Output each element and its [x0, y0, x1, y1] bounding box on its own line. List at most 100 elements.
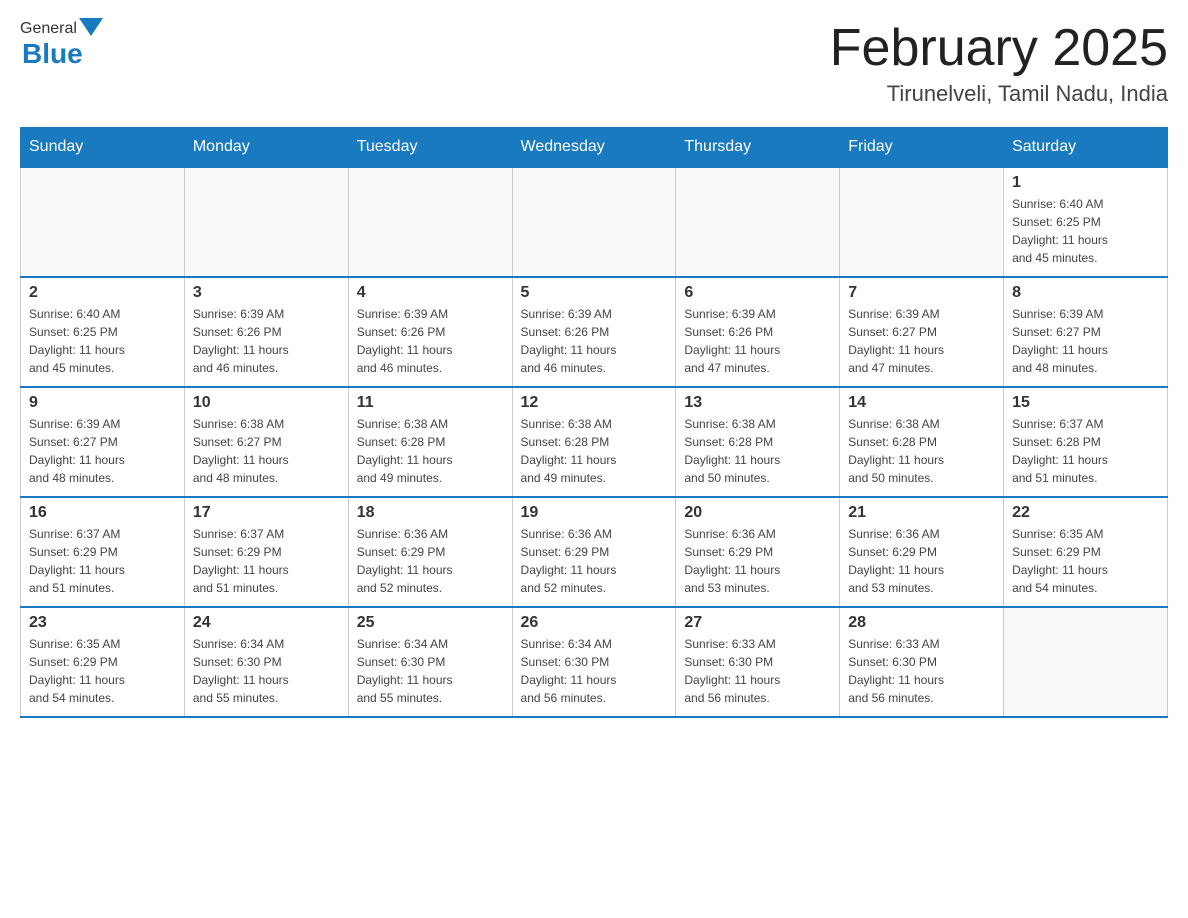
day-number: 18	[357, 504, 504, 522]
calendar-day-cell: 6Sunrise: 6:39 AM Sunset: 6:26 PM Daylig…	[676, 277, 840, 387]
location-title: Tirunelveli, Tamil Nadu, India	[830, 81, 1168, 107]
day-info: Sunrise: 6:39 AM Sunset: 6:26 PM Dayligh…	[521, 305, 668, 377]
calendar-day-cell: 7 Sunrise: 6:39 AM Sunset: 6:27 PM Daylig…	[840, 277, 1004, 387]
calendar-day-cell: 4 Sunrise: 6:39 AM Sunset: 6:26 PM Daylig…	[348, 277, 512, 387]
day-info: Sunrise: 6:38 AM Sunset: 6:28 PM Dayligh…	[684, 415, 831, 487]
day-number: 5	[521, 284, 668, 302]
day-number: 23	[29, 614, 176, 632]
day-info: Sunrise: 6:36 AM Sunset: 6:29 PM Dayligh…	[521, 525, 668, 597]
day-info: Sunrise: 6:34 AM Sunset: 6:30 PM Dayligh…	[357, 635, 504, 707]
day-info: Sunrise: 6:35 AM Sunset: 6:29 PM Dayligh…	[1012, 525, 1159, 597]
day-number: 6	[684, 284, 831, 302]
calendar-day-cell: 19 Sunrise: 6:36 AM Sunset: 6:29 PM Dayli…	[512, 497, 676, 607]
day-number: 9	[29, 394, 176, 412]
calendar-day-cell: 16 Sunrise: 6:37 AM Sunset: 6:29 PM Dayli…	[21, 497, 185, 607]
calendar-day-cell: 22 Sunrise: 6:35 AM Sunset: 6:29 PM Dayli…	[1004, 497, 1168, 607]
day-number: 14	[848, 394, 995, 412]
calendar-day-cell	[184, 167, 348, 277]
calendar-day-cell: 17 Sunrise: 6:37 AM Sunset: 6:29 PM Dayli…	[184, 497, 348, 607]
calendar-day-cell: 23 Sunrise: 6:35 AM Sunset: 6:29 PM Dayli…	[21, 607, 185, 717]
month-title: February 2025	[830, 20, 1168, 77]
logo-general-text: General	[20, 20, 77, 38]
day-number: 4	[357, 284, 504, 302]
day-of-week-header: Monday	[184, 128, 348, 168]
calendar-day-cell: 25 Sunrise: 6:34 AM Sunset: 6:30 PM Dayli…	[348, 607, 512, 717]
day-number: 12	[521, 394, 668, 412]
day-info: Sunrise: 6:39 AM Sunset: 6:27 PM Dayligh…	[1012, 305, 1159, 377]
calendar-day-cell: 21 Sunrise: 6:36 AM Sunset: 6:29 PM Dayli…	[840, 497, 1004, 607]
logo-arrow-icon	[79, 18, 103, 36]
title-block: February 2025 Tirunelveli, Tamil Nadu, I…	[830, 20, 1168, 107]
day-number: 22	[1012, 504, 1159, 522]
day-number: 24	[193, 614, 340, 632]
calendar-day-cell	[348, 167, 512, 277]
calendar-day-cell	[676, 167, 840, 277]
calendar-day-cell: 15Sunrise: 6:37 AM Sunset: 6:28 PM Dayli…	[1004, 387, 1168, 497]
day-info: Sunrise: 6:39 AM Sunset: 6:26 PM Dayligh…	[357, 305, 504, 377]
day-number: 25	[357, 614, 504, 632]
calendar-day-cell: 8 Sunrise: 6:39 AM Sunset: 6:27 PM Daylig…	[1004, 277, 1168, 387]
day-info: Sunrise: 6:36 AM Sunset: 6:29 PM Dayligh…	[848, 525, 995, 597]
day-number: 2	[29, 284, 176, 302]
logo-blue-text: Blue	[22, 38, 83, 70]
day-number: 11	[357, 394, 504, 412]
calendar-day-cell: 3Sunrise: 6:39 AM Sunset: 6:26 PM Daylig…	[184, 277, 348, 387]
calendar-day-cell	[512, 167, 676, 277]
day-info: Sunrise: 6:37 AM Sunset: 6:29 PM Dayligh…	[193, 525, 340, 597]
calendar-day-cell: 11 Sunrise: 6:38 AM Sunset: 6:28 PM Dayli…	[348, 387, 512, 497]
day-info: Sunrise: 6:35 AM Sunset: 6:29 PM Dayligh…	[29, 635, 176, 707]
calendar-day-cell: 26 Sunrise: 6:34 AM Sunset: 6:30 PM Dayli…	[512, 607, 676, 717]
day-of-week-header: Tuesday	[348, 128, 512, 168]
calendar-day-cell: 18 Sunrise: 6:36 AM Sunset: 6:29 PM Dayli…	[348, 497, 512, 607]
day-number: 19	[521, 504, 668, 522]
calendar-day-cell: 1 Sunrise: 6:40 AM Sunset: 6:25 PM Daylig…	[1004, 167, 1168, 277]
calendar-day-cell: 5 Sunrise: 6:39 AM Sunset: 6:26 PM Daylig…	[512, 277, 676, 387]
day-number: 1	[1012, 174, 1159, 192]
day-info: Sunrise: 6:36 AM Sunset: 6:29 PM Dayligh…	[684, 525, 831, 597]
calendar-table: SundayMondayTuesdayWednesdayThursdayFrid…	[20, 127, 1168, 718]
day-info: Sunrise: 6:38 AM Sunset: 6:27 PM Dayligh…	[193, 415, 340, 487]
logo: General Blue	[20, 20, 105, 70]
day-number: 21	[848, 504, 995, 522]
day-of-week-header: Wednesday	[512, 128, 676, 168]
day-number: 7	[848, 284, 995, 302]
calendar-day-cell: 14 Sunrise: 6:38 AM Sunset: 6:28 PM Dayli…	[840, 387, 1004, 497]
day-info: Sunrise: 6:39 AM Sunset: 6:27 PM Dayligh…	[848, 305, 995, 377]
day-of-week-header: Saturday	[1004, 128, 1168, 168]
calendar-header-row: SundayMondayTuesdayWednesdayThursdayFrid…	[21, 128, 1168, 168]
calendar-week-row: 23 Sunrise: 6:35 AM Sunset: 6:29 PM Dayli…	[21, 607, 1168, 717]
day-number: 17	[193, 504, 340, 522]
calendar-week-row: 1 Sunrise: 6:40 AM Sunset: 6:25 PM Daylig…	[21, 167, 1168, 277]
day-number: 10	[193, 394, 340, 412]
calendar-day-cell: 9 Sunrise: 6:39 AM Sunset: 6:27 PM Daylig…	[21, 387, 185, 497]
calendar-day-cell: 2 Sunrise: 6:40 AM Sunset: 6:25 PM Daylig…	[21, 277, 185, 387]
calendar-day-cell	[840, 167, 1004, 277]
calendar-week-row: 16 Sunrise: 6:37 AM Sunset: 6:29 PM Dayli…	[21, 497, 1168, 607]
day-info: Sunrise: 6:37 AM Sunset: 6:28 PM Dayligh…	[1012, 415, 1159, 487]
calendar-day-cell: 12Sunrise: 6:38 AM Sunset: 6:28 PM Dayli…	[512, 387, 676, 497]
day-number: 13	[684, 394, 831, 412]
day-info: Sunrise: 6:39 AM Sunset: 6:27 PM Dayligh…	[29, 415, 176, 487]
day-of-week-header: Thursday	[676, 128, 840, 168]
calendar-day-cell: 27Sunrise: 6:33 AM Sunset: 6:30 PM Dayli…	[676, 607, 840, 717]
calendar-week-row: 9 Sunrise: 6:39 AM Sunset: 6:27 PM Daylig…	[21, 387, 1168, 497]
day-info: Sunrise: 6:34 AM Sunset: 6:30 PM Dayligh…	[193, 635, 340, 707]
day-info: Sunrise: 6:40 AM Sunset: 6:25 PM Dayligh…	[1012, 195, 1159, 267]
day-number: 28	[848, 614, 995, 632]
day-info: Sunrise: 6:36 AM Sunset: 6:29 PM Dayligh…	[357, 525, 504, 597]
day-info: Sunrise: 6:34 AM Sunset: 6:30 PM Dayligh…	[521, 635, 668, 707]
calendar-day-cell: 28 Sunrise: 6:33 AM Sunset: 6:30 PM Dayli…	[840, 607, 1004, 717]
day-info: Sunrise: 6:40 AM Sunset: 6:25 PM Dayligh…	[29, 305, 176, 377]
day-number: 26	[521, 614, 668, 632]
day-number: 16	[29, 504, 176, 522]
day-info: Sunrise: 6:38 AM Sunset: 6:28 PM Dayligh…	[357, 415, 504, 487]
calendar-day-cell	[1004, 607, 1168, 717]
calendar-day-cell: 20Sunrise: 6:36 AM Sunset: 6:29 PM Dayli…	[676, 497, 840, 607]
day-info: Sunrise: 6:33 AM Sunset: 6:30 PM Dayligh…	[848, 635, 995, 707]
day-number: 3	[193, 284, 340, 302]
day-number: 8	[1012, 284, 1159, 302]
day-info: Sunrise: 6:38 AM Sunset: 6:28 PM Dayligh…	[848, 415, 995, 487]
day-info: Sunrise: 6:37 AM Sunset: 6:29 PM Dayligh…	[29, 525, 176, 597]
day-of-week-header: Friday	[840, 128, 1004, 168]
day-number: 27	[684, 614, 831, 632]
